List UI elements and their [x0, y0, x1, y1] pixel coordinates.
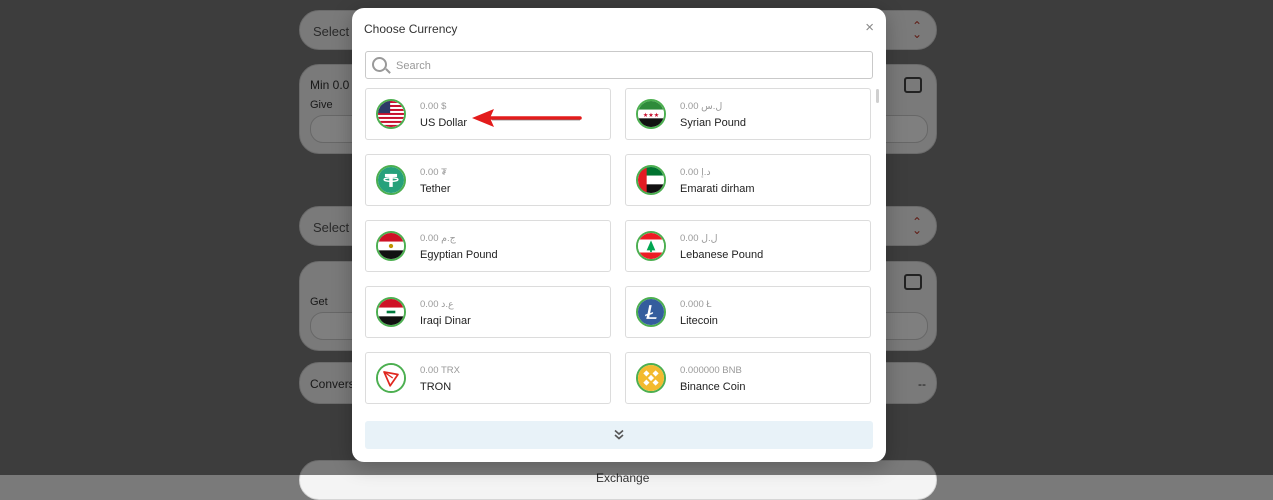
- currency-balance: 0.00 ₮: [420, 167, 447, 178]
- currency-name: US Dollar: [420, 117, 468, 129]
- currency-balance: 0.000 Ł: [680, 299, 712, 310]
- search-input[interactable]: [394, 55, 868, 77]
- currency-list: 0.00 $ US Dollar ★★★ 0.00 ل.س Syrian Pou…: [365, 88, 873, 406]
- double-chevron-down-icon: [614, 429, 624, 440]
- currency-name: Lebanese Pound: [680, 249, 764, 261]
- load-more-button[interactable]: [365, 421, 873, 449]
- currency-balance: 0.00 د.إ: [680, 167, 711, 178]
- currency-item-tron[interactable]: 0.00 TRX TRON: [365, 352, 611, 404]
- currency-balance: 0.00 $: [420, 101, 447, 112]
- currency-name: Syrian Pound: [680, 117, 747, 129]
- currency-item-emarati-dirham[interactable]: 0.00 د.إ Emarati dirham: [625, 154, 871, 206]
- syria-flag-icon: ★★★: [636, 99, 666, 129]
- modal-title: Choose Currency: [364, 22, 458, 36]
- lebanon-flag-icon: [636, 231, 666, 261]
- binance-icon: [636, 363, 666, 393]
- iraq-flag-icon: [376, 297, 406, 327]
- red-arrow-annotation: [472, 109, 582, 127]
- currency-balance: 0.00 ل.ل: [680, 233, 718, 244]
- currency-name: Iraqi Dinar: [420, 315, 471, 327]
- search-icon: [372, 57, 387, 72]
- currency-item-lebanese-pound[interactable]: 0.00 ل.ل Lebanese Pound: [625, 220, 871, 272]
- currency-name: TRON: [420, 381, 452, 393]
- egypt-flag-icon: [376, 231, 406, 261]
- currency-balance: 0.00 ع.د: [420, 299, 454, 310]
- uae-flag-icon: [636, 165, 666, 195]
- currency-item-binance-coin[interactable]: 0.000000 BNB Binance Coin: [625, 352, 871, 404]
- svg-text:★★★: ★★★: [643, 112, 660, 119]
- litecoin-icon: [636, 297, 666, 327]
- currency-name: Tether: [420, 183, 451, 195]
- currency-balance: 0.000000 BNB: [680, 365, 742, 376]
- currency-item-litecoin[interactable]: 0.000 Ł Litecoin: [625, 286, 871, 338]
- choose-currency-modal: Choose Currency × 0.00 $ US Dollar ★★★: [352, 8, 886, 462]
- currency-item-syrian-pound[interactable]: ★★★ 0.00 ل.س Syrian Pound: [625, 88, 871, 140]
- currency-item-egyptian-pound[interactable]: 0.00 ج.م Egyptian Pound: [365, 220, 611, 272]
- currency-item-iraqi-dinar[interactable]: 0.00 ع.د Iraqi Dinar: [365, 286, 611, 338]
- currency-name: Emarati dirham: [680, 183, 755, 195]
- scrollbar-thumb[interactable]: [876, 89, 879, 103]
- currency-name: Binance Coin: [680, 381, 746, 393]
- currency-item-tether[interactable]: 0.00 ₮ Tether: [365, 154, 611, 206]
- currency-balance: 0.00 ج.م: [420, 233, 456, 244]
- currency-name: Litecoin: [680, 315, 718, 327]
- tether-icon: [376, 165, 406, 195]
- search-box: [365, 51, 873, 79]
- tron-icon: [376, 363, 406, 393]
- us-flag-icon: [376, 99, 406, 129]
- currency-balance: 0.00 TRX: [420, 365, 460, 376]
- currency-balance: 0.00 ل.س: [680, 101, 723, 112]
- close-button[interactable]: ×: [865, 20, 874, 36]
- currency-name: Egyptian Pound: [420, 249, 498, 261]
